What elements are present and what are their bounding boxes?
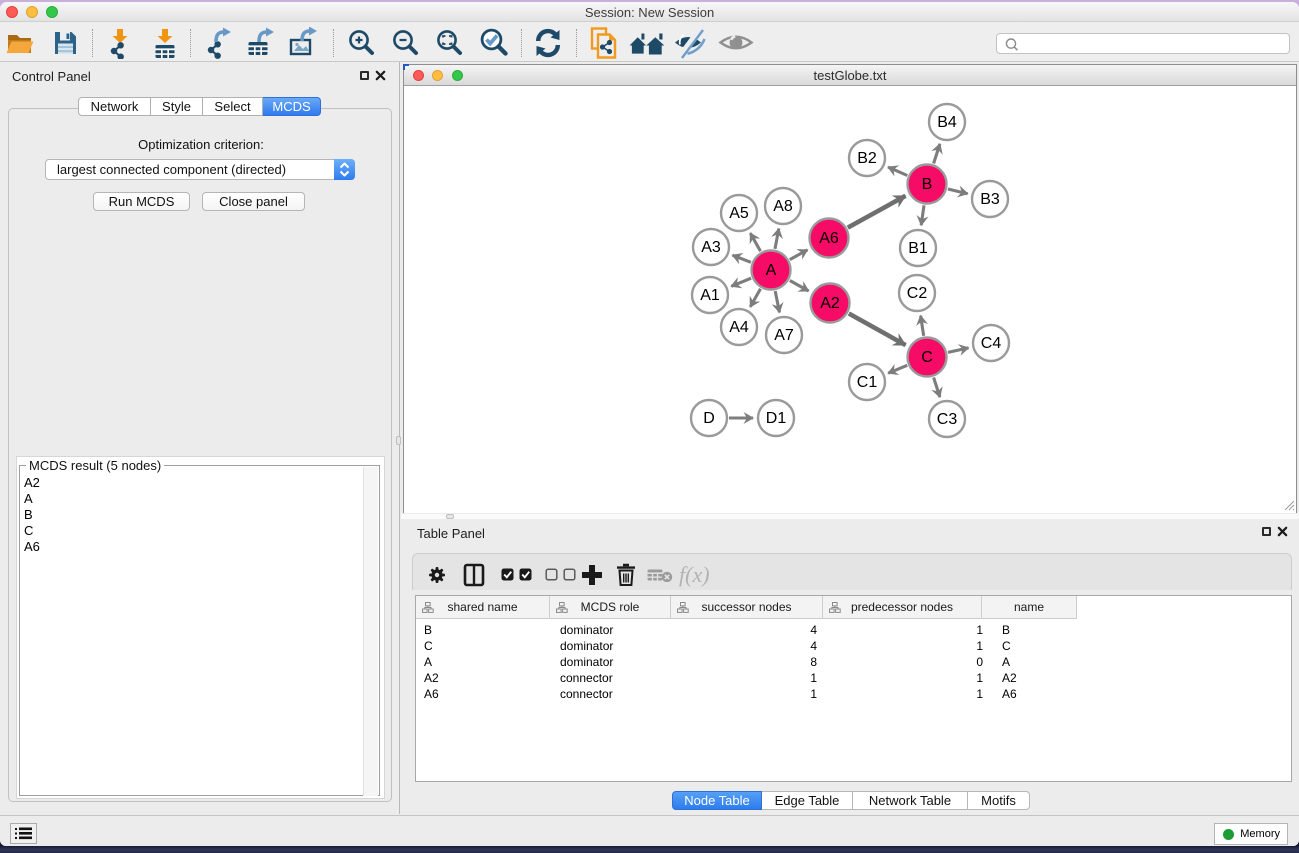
svg-text:C2: C2	[907, 285, 928, 302]
svg-text:A2: A2	[820, 295, 840, 312]
svg-text:B2: B2	[857, 150, 877, 167]
svg-text:C: C	[921, 349, 933, 366]
svg-text:A1: A1	[700, 287, 720, 304]
svg-text:A8: A8	[773, 198, 793, 215]
svg-text:C1: C1	[857, 374, 878, 391]
svg-text:A6: A6	[819, 230, 839, 247]
svg-text:A7: A7	[774, 327, 794, 344]
svg-text:C4: C4	[981, 335, 1002, 352]
svg-text:B: B	[922, 176, 933, 193]
svg-text:A: A	[766, 262, 777, 279]
svg-text:A5: A5	[729, 205, 749, 222]
svg-text:D: D	[703, 410, 715, 427]
svg-text:C3: C3	[937, 411, 958, 428]
svg-text:B3: B3	[980, 191, 1000, 208]
svg-text:D1: D1	[766, 410, 787, 427]
svg-text:B4: B4	[937, 114, 957, 131]
svg-text:A4: A4	[729, 319, 749, 336]
svg-text:A3: A3	[701, 239, 721, 256]
svg-text:B1: B1	[908, 240, 928, 257]
